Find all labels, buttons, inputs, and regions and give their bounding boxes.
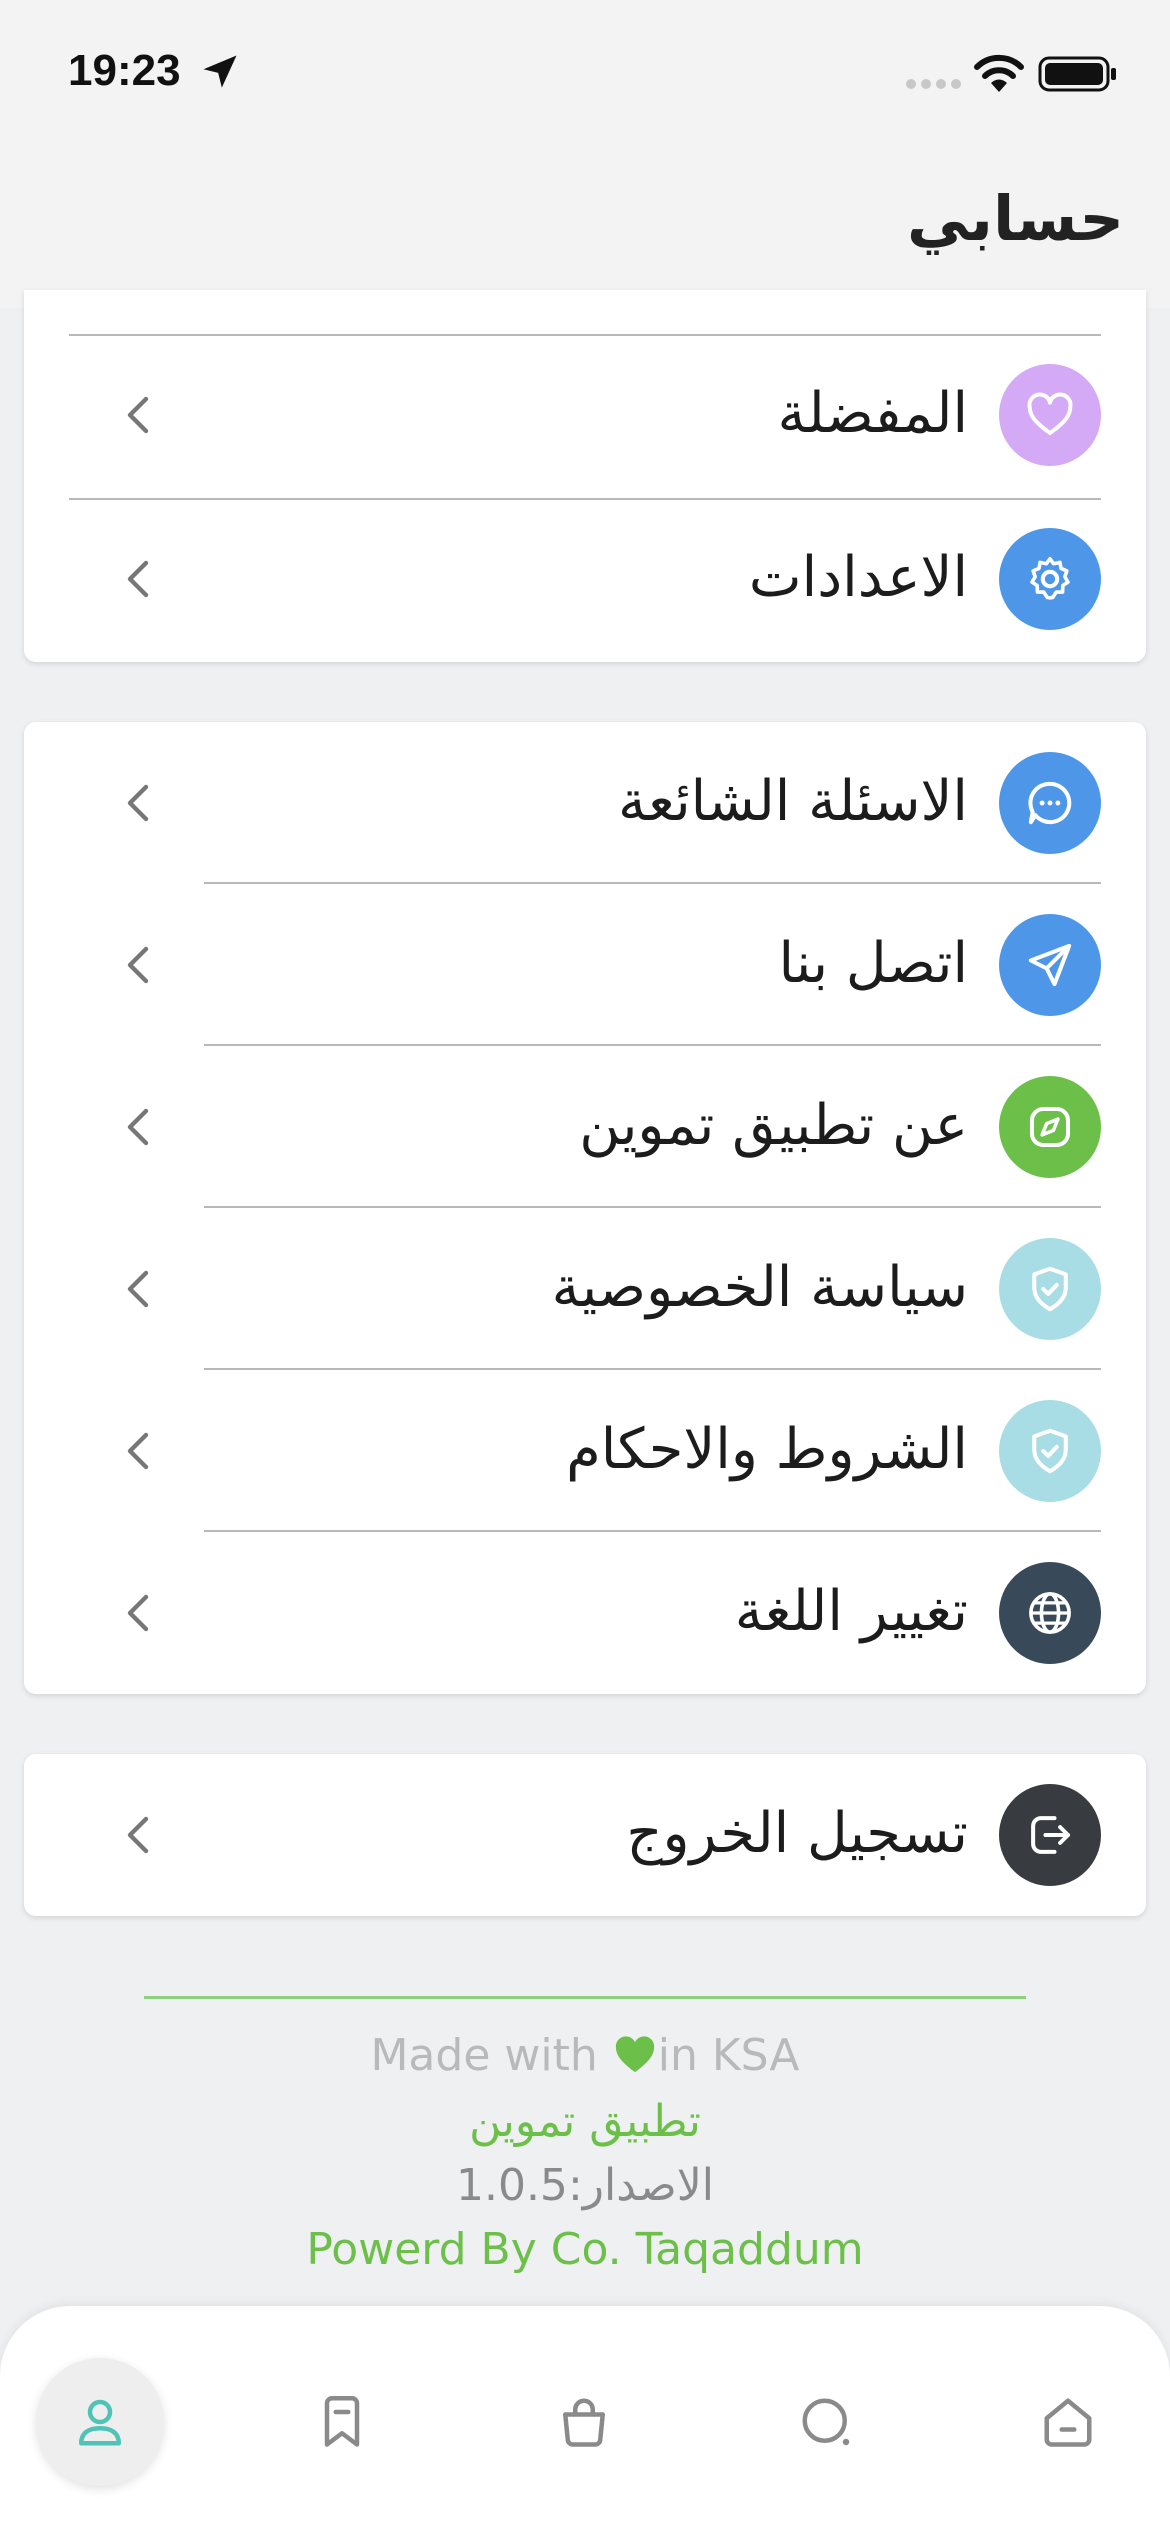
version-text: الاصدار:1.0.5	[455, 2160, 715, 2211]
tab-search[interactable]	[762, 2358, 890, 2486]
chevron-left-icon	[127, 1594, 149, 1632]
chevron-left-icon	[127, 946, 149, 984]
shield-check-icon	[999, 1238, 1101, 1340]
bookmark-icon	[324, 2396, 360, 2447]
home-icon	[1044, 2398, 1092, 2447]
compass-icon	[999, 1076, 1101, 1178]
status-time: 19:23	[68, 46, 181, 95]
made-with-suffix: in KSA	[657, 2030, 800, 2081]
menu-item-label: سياسة الخصوصية	[551, 1255, 968, 1320]
tab-home[interactable]	[1004, 2358, 1132, 2486]
powered-by-link[interactable]: Powerd By Co. Taqaddum	[0, 2220, 1170, 2280]
menu-item-terms-conditions[interactable]: الشروط والاحكام	[24, 1370, 1146, 1532]
heart-icon	[615, 2036, 654, 2073]
chevron-left-icon	[127, 1270, 149, 1308]
menu-item-label: الاسئلة الشائعة	[618, 769, 968, 834]
chevron-left-icon	[127, 396, 149, 434]
chevron-left-icon	[127, 1108, 149, 1146]
tab-cart[interactable]	[520, 2358, 648, 2486]
shield-check-icon	[999, 1400, 1101, 1502]
menu-item-settings[interactable]: الاعدادات	[24, 498, 1146, 660]
wifi-icon	[974, 54, 1024, 92]
globe-icon	[999, 1562, 1101, 1664]
logout-button[interactable]: تسجيل الخروج	[24, 1754, 1146, 1916]
logout-card: تسجيل الخروج	[24, 1754, 1146, 1916]
shopping-bag-icon	[563, 2398, 605, 2447]
send-icon	[999, 914, 1101, 1016]
menu-item-label: تغيير اللغة	[734, 1579, 968, 1644]
signal-dots-icon	[906, 79, 961, 89]
battery-icon	[1038, 56, 1116, 92]
menu-item-label: الشروط والاحكام	[566, 1417, 968, 1482]
chat-bubble-icon	[999, 752, 1101, 854]
menu-item-label: المفضلة	[777, 381, 968, 446]
made-with-prefix: Made with	[370, 2030, 598, 2081]
made-with-text: Made with in KSA	[0, 2026, 1170, 2086]
page-title: حسابي	[906, 182, 1124, 255]
search-icon	[802, 2398, 850, 2446]
nav-header: حسابي	[0, 150, 1170, 308]
menu-item-label: عن تطبيق تموين	[579, 1093, 968, 1158]
menu-item-faq[interactable]: الاسئلة الشائعة	[24, 722, 1146, 884]
menu-item-label: الاعدادات	[748, 545, 968, 610]
footer-app-name: تطبيق تموين	[469, 2096, 701, 2147]
logout-icon	[999, 1784, 1101, 1886]
chevron-left-icon	[127, 1432, 149, 1470]
menu-item-change-language[interactable]: تغيير اللغة	[24, 1532, 1146, 1694]
info-card: الاسئلة الشائعة اتصل بنا عن تطبيق تموين …	[24, 722, 1146, 1694]
menu-item-about-app[interactable]: عن تطبيق تموين	[24, 1046, 1146, 1208]
menu-item-contact-us[interactable]: اتصل بنا	[24, 884, 1146, 1046]
status-bar: 19:23	[0, 0, 1170, 150]
logout-label: تسجيل الخروج	[626, 1801, 968, 1866]
bottom-tab-bar	[0, 2306, 1170, 2532]
tab-profile[interactable]	[36, 2358, 164, 2486]
chevron-left-icon	[127, 784, 149, 822]
profile-icon	[79, 2399, 121, 2446]
chevron-left-icon	[127, 1816, 149, 1854]
footer-divider	[144, 1996, 1026, 1999]
location-arrow-icon	[203, 55, 237, 88]
menu-item-favorites[interactable]: المفضلة	[24, 334, 1146, 496]
menu-item-privacy-policy[interactable]: سياسة الخصوصية	[24, 1208, 1146, 1370]
account-card: المفضلة الاعدادات	[24, 290, 1146, 662]
gear-icon	[999, 528, 1101, 630]
heart-icon	[999, 364, 1101, 466]
chevron-left-icon	[127, 560, 149, 598]
tab-bookmarks[interactable]	[278, 2358, 406, 2486]
menu-item-label: اتصل بنا	[778, 931, 968, 996]
